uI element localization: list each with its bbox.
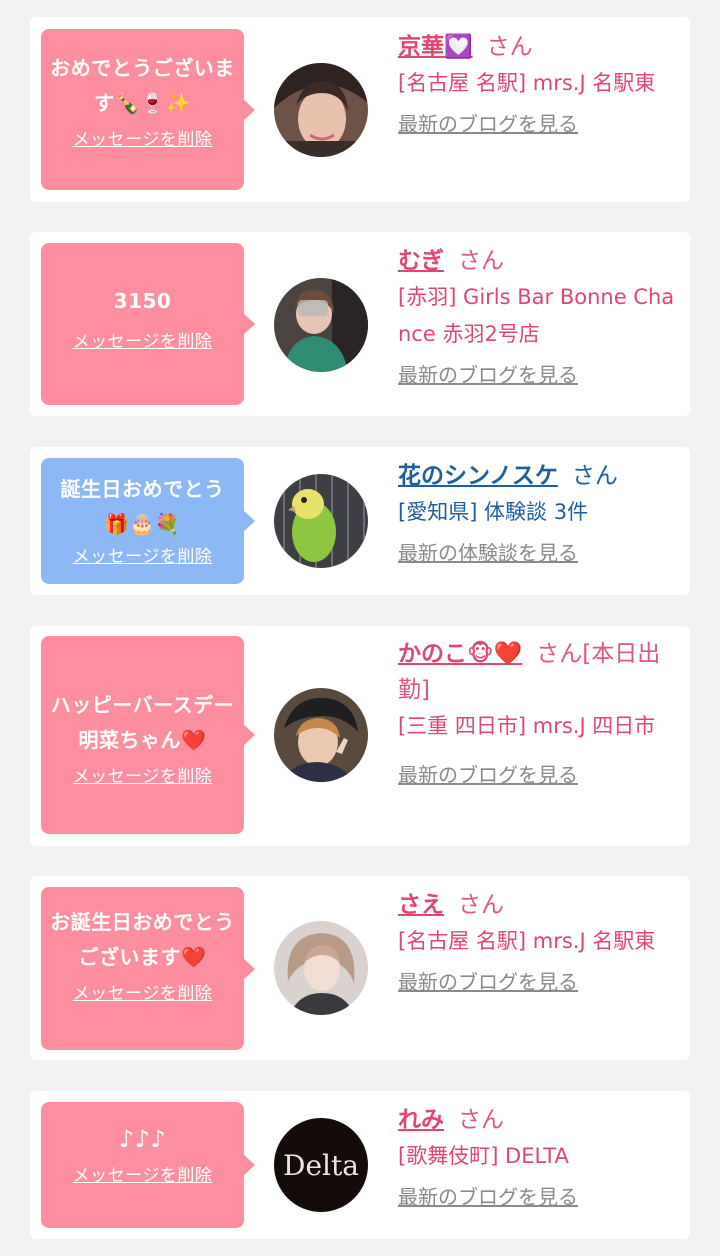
message-text: 誕生日おめでとう🎁🎂💐 — [60, 477, 225, 536]
cast-name-link[interactable]: むぎ — [398, 248, 444, 274]
avatar-image — [274, 474, 368, 568]
latest-blog-link[interactable]: 最新のブログを見る — [398, 108, 578, 137]
list-item: お誕生日おめでとうございます❤️ メッセージを削除 さえ さん [名古屋 名駅] … — [30, 876, 690, 1060]
shop-location: [歌舞伎町] DELTA — [398, 1144, 569, 1168]
message-text: おめでとうございます🍾🍷✨ — [50, 56, 235, 115]
list-item: ♪♪♪ メッセージを削除 Delta れみ さん [歌舞伎町] DELTA 最新の… — [30, 1091, 690, 1239]
message-bubble: 3150 メッセージを削除 — [41, 243, 255, 405]
honorific: さん — [458, 248, 504, 274]
delete-message-link[interactable]: メッセージを削除 — [73, 762, 213, 787]
cast-info: 京華💟 さん [名古屋 名駅] mrs.J 名駅東 最新のブログを見る — [398, 29, 683, 137]
avatar[interactable] — [274, 474, 368, 568]
cast-info: かのこ🐵❤️ さん[本日出勤] [三重 四日市] mrs.J 四日市 最新のブログ… — [398, 636, 683, 788]
message-list: おめでとうございます🍾🍷✨ メッセージを削除 京華💟 さん [名古屋 名駅] mr… — [0, 0, 720, 1256]
honorific: さん — [486, 34, 533, 60]
delete-message-link[interactable]: メッセージを削除 — [73, 542, 213, 567]
avatar[interactable] — [274, 278, 368, 372]
latest-blog-link[interactable]: 最新のブログを見る — [398, 1181, 578, 1210]
cast-name-link[interactable]: れみ — [398, 1107, 444, 1133]
cast-info: むぎ さん [赤羽] Girls Bar Bonne Chance 赤羽2号店 最… — [398, 243, 683, 388]
avatar[interactable] — [274, 921, 368, 1015]
avatar-image — [274, 63, 368, 157]
message-text: ハッピーバースデー明菜ちゃん❤️ — [50, 693, 235, 752]
message-bubble: ♪♪♪ メッセージを削除 — [41, 1102, 255, 1228]
message-bubble: お誕生日おめでとうございます❤️ メッセージを削除 — [41, 887, 255, 1050]
list-item: 3150 メッセージを削除 むぎ さん [赤羽] Girls Bar Bonne … — [30, 232, 690, 416]
delete-message-link[interactable]: メッセージを削除 — [73, 327, 213, 352]
honorific: さん — [458, 892, 504, 918]
cast-info: れみ さん [歌舞伎町] DELTA 最新のブログを見る — [398, 1102, 683, 1210]
shop-location: [名古屋 名駅] mrs.J 名駅東 — [398, 71, 656, 95]
shop-location: [愛知県] 体験談 3件 — [398, 500, 589, 524]
avatar[interactable] — [274, 688, 368, 782]
message-text: お誕生日おめでとうございます❤️ — [50, 910, 235, 969]
cast-name-link[interactable]: 花のシンノスケ — [398, 463, 558, 489]
cast-name-link[interactable]: 京華💟 — [398, 34, 473, 60]
cast-info: 花のシンノスケ さん [愛知県] 体験談 3件 最新の体験談を見る — [398, 458, 683, 566]
honorific: さん — [458, 1107, 504, 1133]
honorific: さん — [571, 463, 618, 489]
logo-text: Delta — [283, 1149, 359, 1182]
delta-logo-avatar: Delta — [274, 1118, 368, 1212]
list-item: 誕生日おめでとう🎁🎂💐 メッセージを削除 花のシンノスケ さん [愛知県] 体験… — [30, 447, 690, 595]
cast-name-link[interactable]: かのこ🐵❤️ — [398, 641, 522, 667]
message-bubble: ハッピーバースデー明菜ちゃん❤️ メッセージを削除 — [41, 636, 255, 834]
latest-blog-link[interactable]: 最新のブログを見る — [398, 359, 578, 388]
message-bubble: おめでとうございます🍾🍷✨ メッセージを削除 — [41, 29, 255, 190]
message-text: 3150 — [113, 289, 172, 313]
avatar[interactable]: Delta — [274, 1118, 368, 1212]
avatar[interactable] — [274, 63, 368, 157]
list-item: ハッピーバースデー明菜ちゃん❤️ メッセージを削除 かのこ🐵❤️ さん[本日出勤]… — [30, 626, 690, 846]
latest-blog-link[interactable]: 最新のブログを見る — [398, 759, 578, 788]
cast-name-link[interactable]: さえ — [398, 892, 444, 918]
shop-location: [三重 四日市] mrs.J 四日市 — [398, 714, 656, 738]
message-text: ♪♪♪ — [118, 1125, 167, 1153]
delete-message-link[interactable]: メッセージを削除 — [73, 979, 213, 1004]
list-item: おめでとうございます🍾🍷✨ メッセージを削除 京華💟 さん [名古屋 名駅] mr… — [30, 17, 690, 202]
message-bubble: 誕生日おめでとう🎁🎂💐 メッセージを削除 — [41, 458, 255, 584]
shop-location: [赤羽] Girls Bar Bonne Chance 赤羽2号店 — [398, 285, 675, 346]
delete-message-link[interactable]: メッセージを削除 — [73, 125, 213, 150]
avatar-image — [274, 688, 368, 782]
cast-info: さえ さん [名古屋 名駅] mrs.J 名駅東 最新のブログを見る — [398, 887, 683, 995]
latest-review-link[interactable]: 最新の体験談を見る — [398, 537, 578, 566]
avatar-image — [274, 278, 368, 372]
shop-location: [名古屋 名駅] mrs.J 名駅東 — [398, 929, 656, 953]
avatar-image — [274, 921, 368, 1015]
delete-message-link[interactable]: メッセージを削除 — [73, 1161, 213, 1186]
latest-blog-link[interactable]: 最新のブログを見る — [398, 966, 578, 995]
